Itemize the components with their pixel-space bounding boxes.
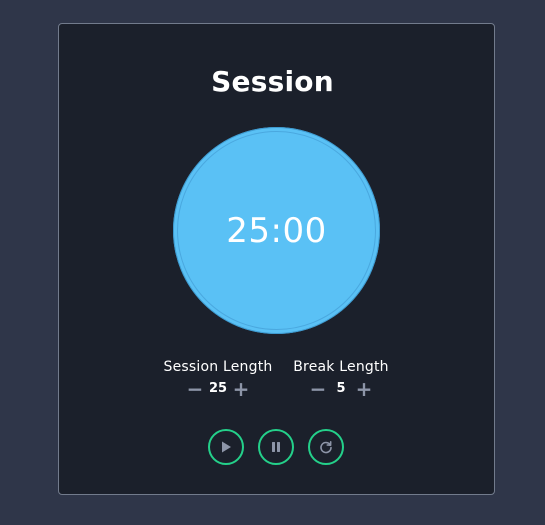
play-icon xyxy=(219,440,233,454)
break-length-stepper: − 5 + xyxy=(287,379,395,399)
mode-title: Session xyxy=(211,65,334,98)
session-decrement-button[interactable]: − xyxy=(185,379,205,399)
break-length-control: Break Length − 5 + xyxy=(287,357,395,399)
session-length-label: Session Length xyxy=(163,359,273,375)
break-length-value: 5 xyxy=(336,381,346,396)
break-increment-button[interactable]: + xyxy=(354,379,374,399)
break-decrement-button[interactable]: − xyxy=(308,379,328,399)
pause-icon xyxy=(269,440,283,454)
timer-display: 25:00 xyxy=(226,210,327,251)
play-button[interactable] xyxy=(208,429,244,465)
timer-circle: 25:00 xyxy=(173,127,380,334)
session-length-value: 25 xyxy=(208,381,228,396)
break-length-label: Break Length xyxy=(293,359,389,375)
session-length-control: Session Length − 25 + xyxy=(160,357,276,399)
session-increment-button[interactable]: + xyxy=(231,379,251,399)
reset-button[interactable] xyxy=(308,429,344,465)
pause-button[interactable] xyxy=(258,429,294,465)
session-length-stepper: − 25 + xyxy=(160,379,276,399)
reset-icon xyxy=(319,440,333,454)
